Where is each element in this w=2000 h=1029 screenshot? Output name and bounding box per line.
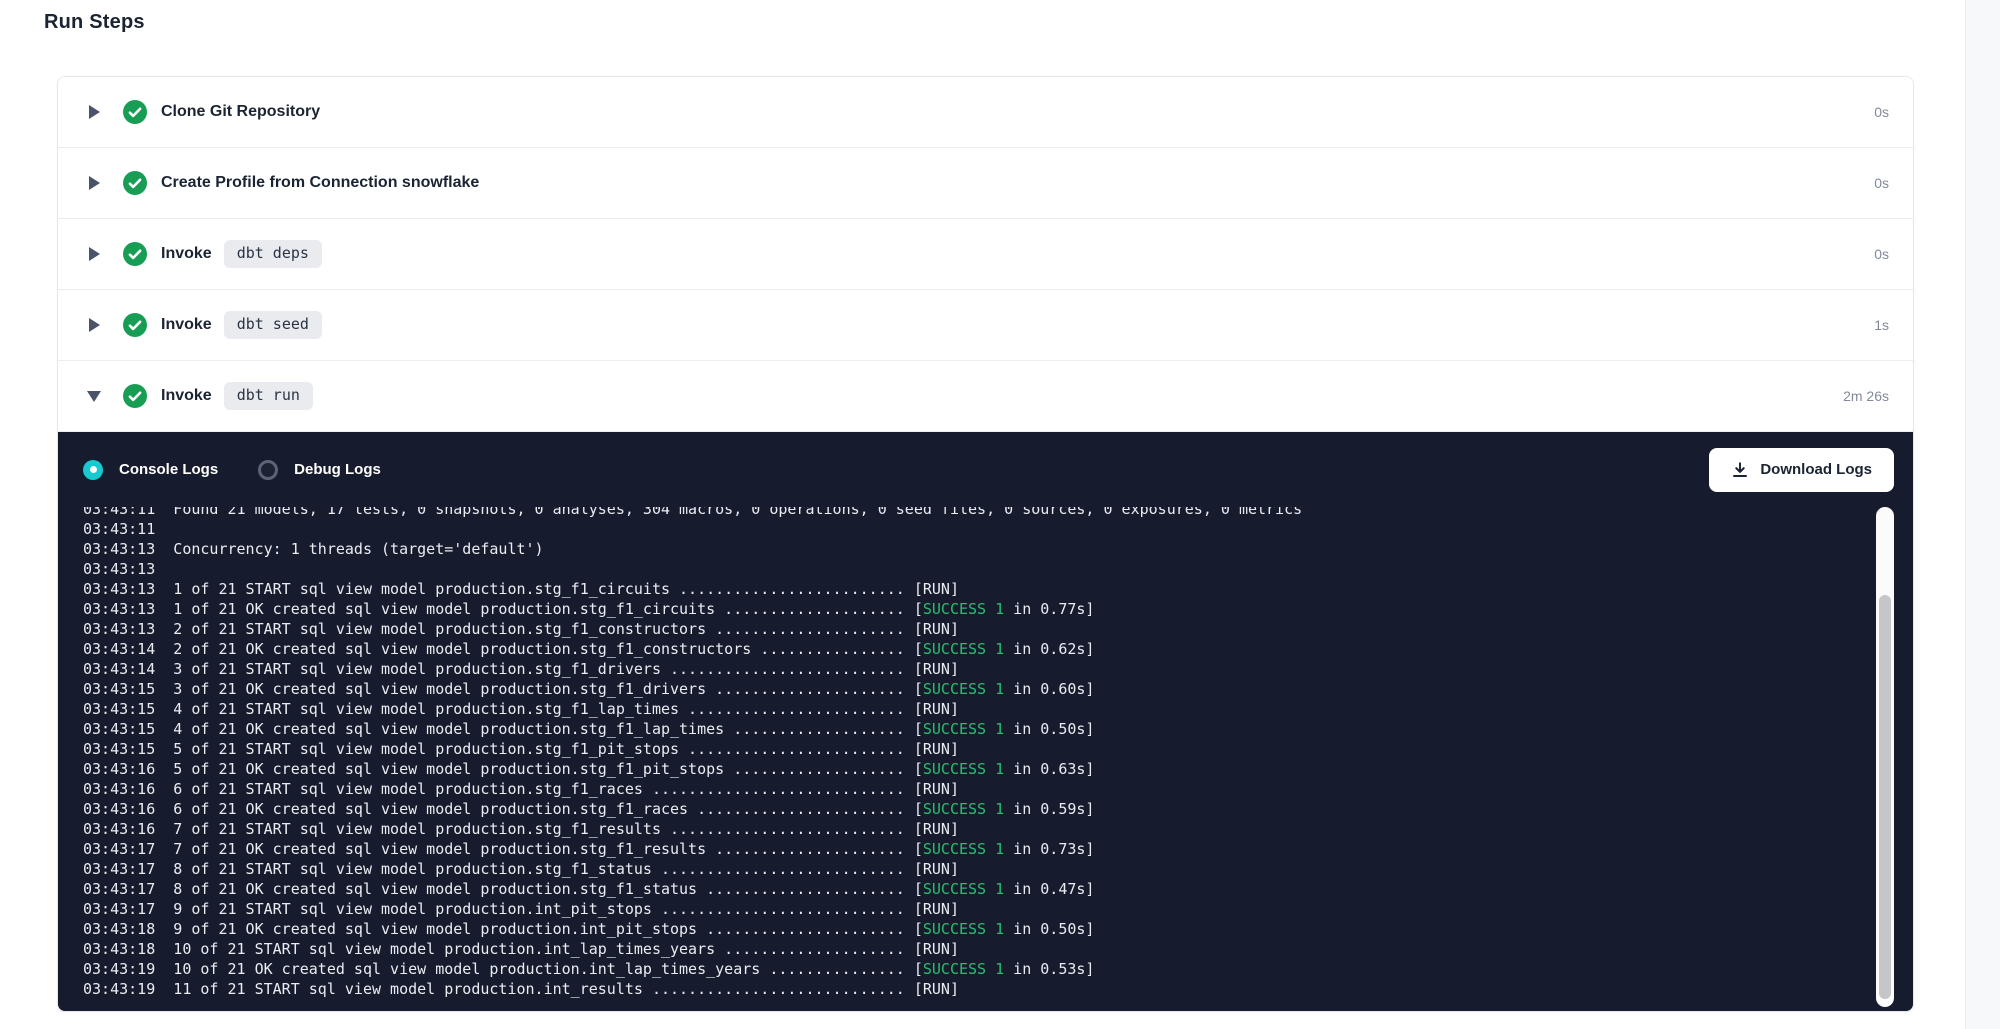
- step-duration: 0s: [1874, 246, 1889, 262]
- download-icon: [1731, 461, 1749, 479]
- step-label: Invoke: [161, 387, 212, 405]
- log-line: 03:43:14 3 of 21 START sql view model pr…: [83, 659, 1853, 679]
- download-logs-button[interactable]: Download Logs: [1709, 448, 1894, 492]
- log-line: 03:43:11: [83, 519, 1853, 539]
- console-log-panel: Console Logs Debug Logs Download Logs: [58, 432, 1913, 1011]
- log-line: 03:43:18 9 of 21 OK created sql view mod…: [83, 919, 1853, 939]
- success-check-icon: [123, 313, 147, 337]
- step-label: Create Profile from Connection snowflake: [161, 174, 479, 192]
- log-scrollbar-track[interactable]: [1876, 507, 1894, 1007]
- log-line: 03:43:14 2 of 21 OK created sql view mod…: [83, 639, 1853, 659]
- step-duration: 2m 26s: [1843, 388, 1889, 404]
- log-line: 03:43:18 10 of 21 START sql view model p…: [83, 939, 1853, 959]
- run-steps-list: Clone Git Repository 0s Create Profile f…: [58, 77, 1913, 432]
- log-lines: 03:43:11 Found 21 models, 17 tests, 0 sn…: [83, 507, 1853, 999]
- page-right-gutter: [1965, 0, 2000, 1029]
- success-check-icon: [123, 384, 147, 408]
- triangle-right-icon[interactable]: [89, 176, 100, 190]
- step-label: Invoke: [161, 245, 212, 263]
- log-scrollbar-thumb[interactable]: [1879, 595, 1891, 999]
- log-line: 03:43:17 7 of 21 OK created sql view mod…: [83, 839, 1853, 859]
- triangle-right-icon[interactable]: [89, 318, 100, 332]
- log-line: 03:43:13 2 of 21 START sql view model pr…: [83, 619, 1853, 639]
- log-line: 03:43:16 5 of 21 OK created sql view mod…: [83, 759, 1853, 779]
- run-step-row[interactable]: Invoke dbt run 2m 26s: [58, 361, 1913, 432]
- step-duration: 1s: [1874, 317, 1889, 333]
- radio-selected-icon[interactable]: [83, 460, 103, 480]
- success-check-icon: [123, 242, 147, 266]
- step-label: Clone Git Repository: [161, 103, 320, 121]
- log-viewport[interactable]: 03:43:11 Found 21 models, 17 tests, 0 sn…: [83, 507, 1853, 1009]
- triangle-right-icon[interactable]: [89, 105, 100, 119]
- log-line: 03:43:11 Found 21 models, 17 tests, 0 sn…: [83, 507, 1853, 519]
- run-step-row[interactable]: Invoke dbt deps 0s: [58, 219, 1913, 290]
- download-logs-label: Download Logs: [1760, 461, 1872, 478]
- step-duration: 0s: [1874, 175, 1889, 191]
- run-step-row[interactable]: Invoke dbt seed 1s: [58, 290, 1913, 361]
- log-line: 03:43:13 Concurrency: 1 threads (target=…: [83, 539, 1853, 559]
- run-steps-card: Clone Git Repository 0s Create Profile f…: [57, 76, 1914, 1012]
- triangle-right-icon[interactable]: [89, 247, 100, 261]
- log-toolbar: Console Logs Debug Logs Download Logs: [58, 432, 1913, 507]
- log-line: 03:43:13 1 of 21 OK created sql view mod…: [83, 599, 1853, 619]
- log-line: 03:43:15 4 of 21 START sql view model pr…: [83, 699, 1853, 719]
- debug-logs-radio[interactable]: Debug Logs: [258, 460, 381, 480]
- console-logs-radio[interactable]: Console Logs: [83, 460, 218, 480]
- command-badge: dbt seed: [224, 311, 322, 339]
- log-line: 03:43:16 7 of 21 START sql view model pr…: [83, 819, 1853, 839]
- log-line: 03:43:13: [83, 559, 1853, 579]
- log-line: 03:43:16 6 of 21 OK created sql view mod…: [83, 799, 1853, 819]
- run-step-row[interactable]: Clone Git Repository 0s: [58, 77, 1913, 148]
- debug-logs-label: Debug Logs: [294, 461, 381, 478]
- log-line: 03:43:17 9 of 21 START sql view model pr…: [83, 899, 1853, 919]
- run-step-row[interactable]: Create Profile from Connection snowflake…: [58, 148, 1913, 219]
- radio-unselected-icon[interactable]: [258, 460, 278, 480]
- log-line: 03:43:17 8 of 21 OK created sql view mod…: [83, 879, 1853, 899]
- step-label: Invoke: [161, 316, 212, 334]
- log-line: 03:43:15 5 of 21 START sql view model pr…: [83, 739, 1853, 759]
- command-badge: dbt deps: [224, 240, 322, 268]
- triangle-down-icon[interactable]: [87, 391, 101, 402]
- page-title: Run Steps: [44, 11, 145, 34]
- log-line: 03:43:16 6 of 21 START sql view model pr…: [83, 779, 1853, 799]
- log-line: 03:43:19 11 of 21 START sql view model p…: [83, 979, 1853, 999]
- log-line: 03:43:17 8 of 21 START sql view model pr…: [83, 859, 1853, 879]
- success-check-icon: [123, 171, 147, 195]
- run-steps-page: Run Steps Clone Git Repository 0s Create…: [0, 0, 2000, 1029]
- success-check-icon: [123, 100, 147, 124]
- log-line: 03:43:15 3 of 21 OK created sql view mod…: [83, 679, 1853, 699]
- log-line: 03:43:13 1 of 21 START sql view model pr…: [83, 579, 1853, 599]
- step-duration: 0s: [1874, 104, 1889, 120]
- console-logs-label: Console Logs: [119, 461, 218, 478]
- log-line: 03:43:19 10 of 21 OK created sql view mo…: [83, 959, 1853, 979]
- log-line: 03:43:15 4 of 21 OK created sql view mod…: [83, 719, 1853, 739]
- command-badge: dbt run: [224, 382, 313, 410]
